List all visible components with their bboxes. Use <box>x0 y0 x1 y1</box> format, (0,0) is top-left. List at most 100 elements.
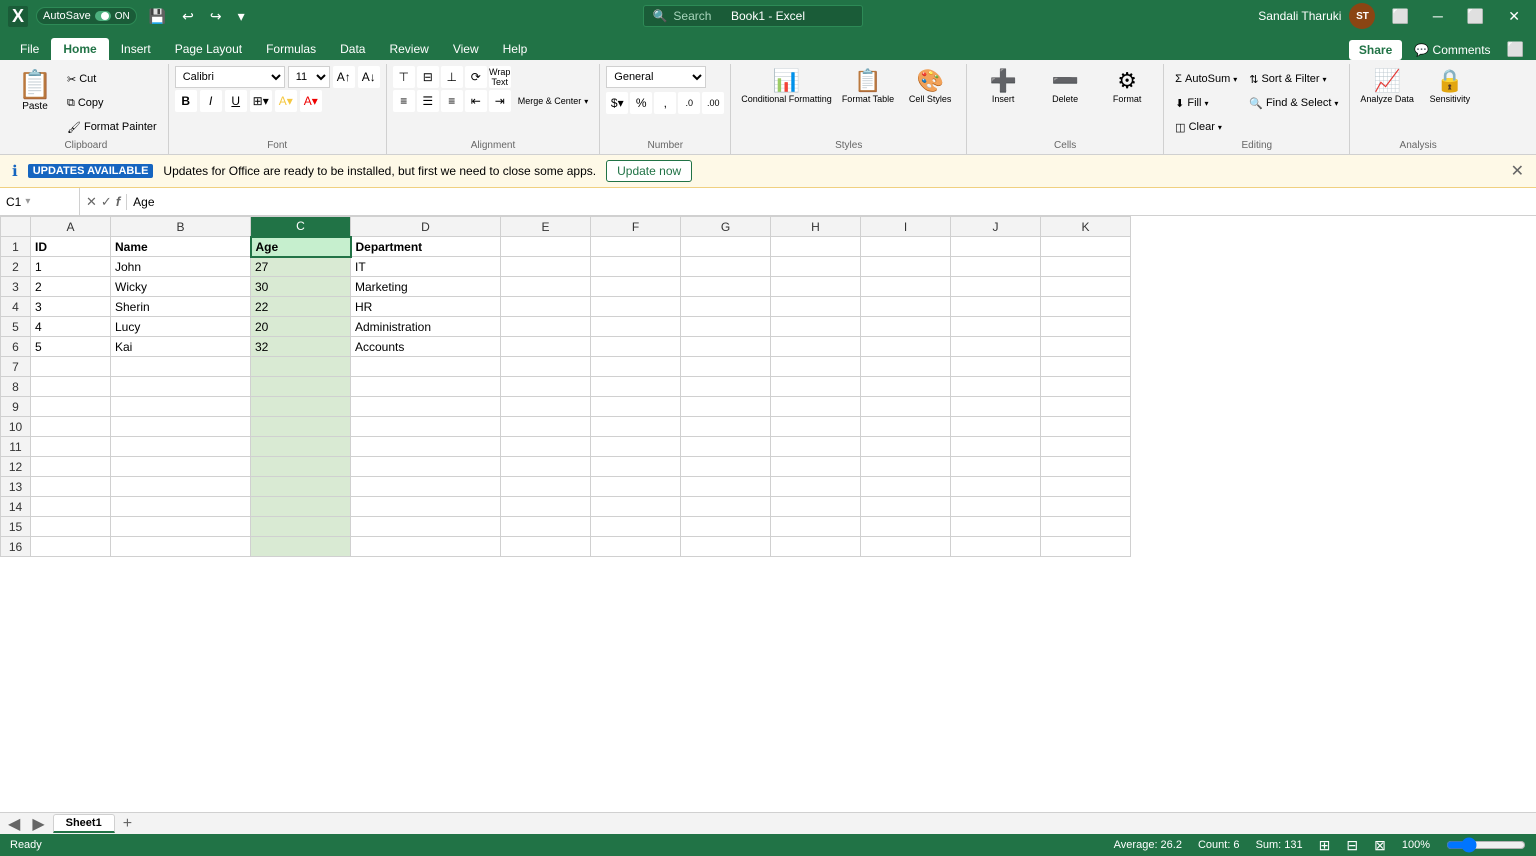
row-number-5[interactable]: 5 <box>1 317 31 337</box>
cell-G8[interactable] <box>681 377 771 397</box>
comma-button[interactable]: , <box>654 92 676 114</box>
col-header-d[interactable]: D <box>351 217 501 237</box>
cell-D15[interactable] <box>351 517 501 537</box>
row-number-12[interactable]: 12 <box>1 457 31 477</box>
cell-G2[interactable] <box>681 257 771 277</box>
cell-C9[interactable] <box>251 397 351 417</box>
cell-A7[interactable] <box>31 357 111 377</box>
orientation-button[interactable]: ⟳ <box>465 66 487 88</box>
cell-B2[interactable]: John <box>111 257 251 277</box>
col-header-g[interactable]: G <box>681 217 771 237</box>
row-number-9[interactable]: 9 <box>1 397 31 417</box>
cell-F16[interactable] <box>591 537 681 557</box>
row-number-2[interactable]: 2 <box>1 257 31 277</box>
cell-A5[interactable]: 4 <box>31 317 111 337</box>
format-table-button[interactable]: 📋 Format Table <box>838 66 898 107</box>
cell-F8[interactable] <box>591 377 681 397</box>
cell-I11[interactable] <box>861 437 951 457</box>
cell-B3[interactable]: Wicky <box>111 277 251 297</box>
cell-F15[interactable] <box>591 517 681 537</box>
cell-I15[interactable] <box>861 517 951 537</box>
cell-H13[interactable] <box>771 477 861 497</box>
insert-cells-button[interactable]: ➕ Insert <box>973 66 1033 106</box>
col-header-h[interactable]: H <box>771 217 861 237</box>
cell-I3[interactable] <box>861 277 951 297</box>
cell-C16[interactable] <box>251 537 351 557</box>
cell-E14[interactable] <box>501 497 591 517</box>
cell-E6[interactable] <box>501 337 591 357</box>
formula-input[interactable] <box>127 195 1536 209</box>
cell-E8[interactable] <box>501 377 591 397</box>
cell-J12[interactable] <box>951 457 1041 477</box>
cell-G13[interactable] <box>681 477 771 497</box>
cell-H12[interactable] <box>771 457 861 477</box>
cell-D7[interactable] <box>351 357 501 377</box>
cell-B7[interactable] <box>111 357 251 377</box>
row-number-4[interactable]: 4 <box>1 297 31 317</box>
cell-F7[interactable] <box>591 357 681 377</box>
cell-F1[interactable] <box>591 237 681 257</box>
cell-F14[interactable] <box>591 497 681 517</box>
sensitivity-button[interactable]: 🔒 Sensitivity <box>1420 66 1480 107</box>
fill-color-button[interactable]: A▾ <box>275 90 297 112</box>
align-center-button[interactable]: ☰ <box>417 90 439 112</box>
increase-decimal-button[interactable]: .0 <box>678 92 700 114</box>
cell-A16[interactable] <box>31 537 111 557</box>
restore-down-button[interactable]: ⬜ <box>1383 8 1416 25</box>
cell-E10[interactable] <box>501 417 591 437</box>
cell-B15[interactable] <box>111 517 251 537</box>
cell-B11[interactable] <box>111 437 251 457</box>
row-number-11[interactable]: 11 <box>1 437 31 457</box>
insert-function-button[interactable]: f <box>116 194 120 209</box>
row-number-8[interactable]: 8 <box>1 377 31 397</box>
cell-B14[interactable] <box>111 497 251 517</box>
cell-K14[interactable] <box>1041 497 1131 517</box>
user-avatar[interactable]: ST <box>1349 3 1375 29</box>
align-top-button[interactable]: ⊤ <box>393 66 415 88</box>
format-cells-button[interactable]: ⚙ Format <box>1097 66 1157 106</box>
col-header-e[interactable]: E <box>501 217 591 237</box>
undo-button[interactable]: ↩ <box>178 6 198 27</box>
cell-F10[interactable] <box>591 417 681 437</box>
align-bottom-button[interactable]: ⊥ <box>441 66 463 88</box>
page-layout-view-button[interactable]: ⊟ <box>1346 837 1358 854</box>
sheet-tab-sheet1[interactable]: Sheet1 <box>53 814 115 833</box>
copy-button[interactable]: ⧉ Copy <box>62 92 162 114</box>
zoom-slider[interactable] <box>1446 837 1526 853</box>
cell-J9[interactable] <box>951 397 1041 417</box>
cell-J10[interactable] <box>951 417 1041 437</box>
cell-D5[interactable]: Administration <box>351 317 501 337</box>
cell-H4[interactable] <box>771 297 861 317</box>
cell-B4[interactable]: Sherin <box>111 297 251 317</box>
cell-C10[interactable] <box>251 417 351 437</box>
align-right-button[interactable]: ≡ <box>441 90 463 112</box>
sheet-area[interactable]: A B C D E F G H I J K 1IDNameAgeDepartme… <box>0 216 1536 812</box>
cell-C13[interactable] <box>251 477 351 497</box>
decrease-decimal-button[interactable]: .00 <box>702 92 724 114</box>
cell-J7[interactable] <box>951 357 1041 377</box>
col-header-f[interactable]: F <box>591 217 681 237</box>
cell-H5[interactable] <box>771 317 861 337</box>
cell-reference-box[interactable]: C1 ▾ <box>0 188 80 215</box>
cell-D6[interactable]: Accounts <box>351 337 501 357</box>
cell-A9[interactable] <box>31 397 111 417</box>
wrap-text-button[interactable]: Wrap Text <box>489 66 511 88</box>
cell-E5[interactable] <box>501 317 591 337</box>
cell-J2[interactable] <box>951 257 1041 277</box>
fill-button[interactable]: ⬇ Fill ▾ <box>1170 92 1242 114</box>
normal-view-button[interactable]: ⊞ <box>1319 837 1331 854</box>
cell-J5[interactable] <box>951 317 1041 337</box>
cell-A2[interactable]: 1 <box>31 257 111 277</box>
cell-E16[interactable] <box>501 537 591 557</box>
align-middle-button[interactable]: ⊟ <box>417 66 439 88</box>
cell-A13[interactable] <box>31 477 111 497</box>
cell-B1[interactable]: Name <box>111 237 251 257</box>
cell-F6[interactable] <box>591 337 681 357</box>
row-number-16[interactable]: 16 <box>1 537 31 557</box>
cell-I7[interactable] <box>861 357 951 377</box>
clear-button[interactable]: ◫ Clear ▾ <box>1170 116 1242 138</box>
cell-F9[interactable] <box>591 397 681 417</box>
tab-review[interactable]: Review <box>377 38 440 60</box>
cell-E3[interactable] <box>501 277 591 297</box>
cell-B5[interactable]: Lucy <box>111 317 251 337</box>
